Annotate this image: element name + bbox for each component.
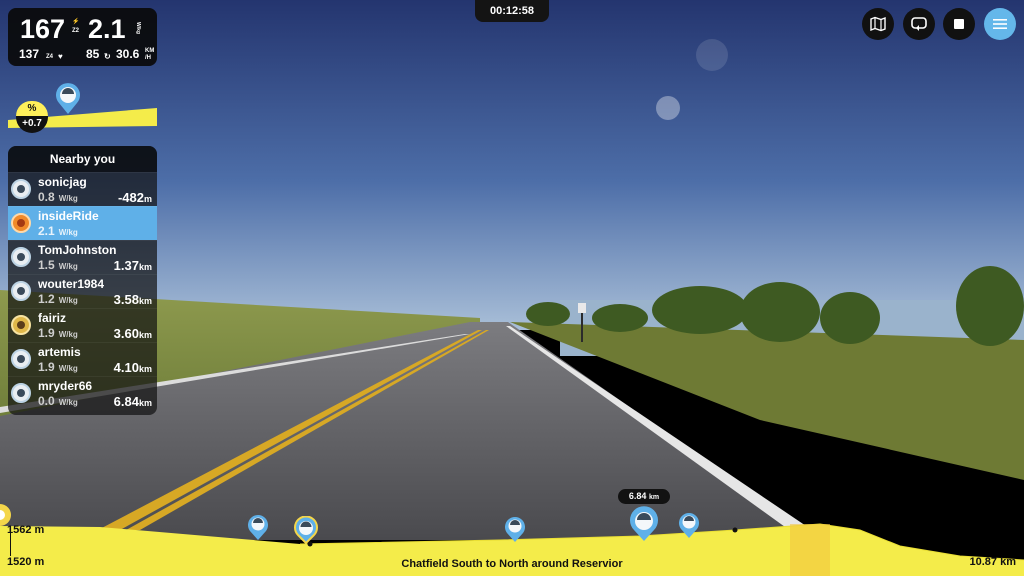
rider-name: sonicjag bbox=[38, 175, 87, 189]
rider-distance-unit: km bbox=[138, 364, 152, 374]
elevation-max: 1562 m bbox=[7, 524, 45, 536]
rider-name: wouter1984 bbox=[38, 277, 105, 291]
rider-row[interactable]: mryder66 0.0 W/kg 6.84km bbox=[8, 376, 157, 410]
grade-value: +0.7 bbox=[22, 118, 42, 129]
rider-wkg: 0.8 bbox=[38, 190, 55, 204]
loop-button[interactable] bbox=[903, 8, 935, 40]
rider-name: fairiz bbox=[38, 311, 67, 325]
nearby-panel: Nearby you sonicjag 0.8 W/kg -482m inside… bbox=[8, 146, 157, 415]
rider-row[interactable]: TomJohnston 1.5 W/kg 1.37km bbox=[8, 240, 157, 274]
rider-wkg: 1.9 bbox=[38, 326, 55, 340]
rider-distance: 6.84 bbox=[113, 394, 139, 409]
speed-unit-bottom: /H bbox=[145, 55, 151, 61]
distance-marker-value: 6.84 bbox=[628, 491, 647, 501]
nearby-title: Nearby you bbox=[8, 146, 157, 172]
avatar bbox=[11, 281, 31, 301]
metrics-panel: 167 ⚡ Z2 2.1 W/kg 137 Z4 ♥ 85 ↻ 30.6 KM … bbox=[8, 8, 157, 66]
rider-row[interactable]: artemis 1.9 W/kg 4.10km bbox=[8, 342, 157, 376]
rider-name: mryder66 bbox=[38, 379, 93, 393]
rider-row[interactable]: sonicjag 0.8 W/kg -482m bbox=[8, 172, 157, 206]
rider-distance-unit: km bbox=[138, 262, 152, 272]
rider-wkg: 1.5 bbox=[38, 258, 55, 272]
rider-pin[interactable] bbox=[677, 511, 701, 544]
rider-wkg-unit: W/kg bbox=[58, 364, 78, 373]
rider-row[interactable]: wouter1984 1.2 W/kg 3.58km bbox=[8, 274, 157, 308]
speed-value: 30.6 bbox=[116, 47, 140, 61]
rider-distance: 3.60 bbox=[113, 326, 139, 341]
rider-wkg: 0.0 bbox=[38, 394, 55, 408]
rider-wkg-unit: W/kg bbox=[58, 194, 78, 203]
my-rider-pin[interactable] bbox=[54, 81, 82, 120]
rider-wkg-unit: W/kg bbox=[58, 296, 78, 305]
wkg-value: 2.1 bbox=[88, 14, 126, 44]
rider-row[interactable]: fairiz 1.9 W/kg 3.60km bbox=[8, 308, 157, 342]
rider-wkg: 1.9 bbox=[38, 360, 55, 374]
distance-marker-unit: km bbox=[648, 494, 660, 501]
rider-row-selected[interactable]: insideRide 2.1 W/kg bbox=[8, 206, 157, 240]
rider-distance-unit: km bbox=[138, 296, 152, 306]
bolt-icon: ⚡ bbox=[72, 19, 80, 25]
avatar bbox=[11, 383, 31, 403]
rider-pin[interactable] bbox=[293, 515, 319, 549]
menu-icon bbox=[993, 19, 1007, 29]
power-zone: Z2 bbox=[72, 28, 80, 34]
grade-badge: % +0.7 bbox=[16, 101, 48, 133]
rider-wkg-unit: W/kg bbox=[58, 398, 78, 407]
rider-wkg-unit: W/kg bbox=[58, 228, 78, 237]
stop-icon bbox=[954, 19, 964, 29]
loop-icon bbox=[911, 17, 927, 31]
rider-distance: 4.10 bbox=[113, 360, 139, 375]
hr-zone: Z4 bbox=[46, 54, 54, 60]
power-value: 167 bbox=[20, 14, 66, 44]
rider-distance: -482 bbox=[117, 190, 144, 205]
rider-pin[interactable] bbox=[628, 506, 660, 547]
distance-marker-tag: 6.84 km bbox=[618, 489, 670, 504]
avatar bbox=[11, 179, 31, 199]
rider-wkg: 2.1 bbox=[38, 224, 55, 238]
stop-button[interactable] bbox=[943, 8, 975, 40]
ride-timer: 00:12:58 bbox=[475, 0, 549, 22]
rider-wkg-unit: W/kg bbox=[58, 330, 78, 339]
speed-unit-top: KM bbox=[145, 48, 155, 54]
wkg-unit: W/kg bbox=[135, 22, 141, 34]
rider-distance: 3.58 bbox=[113, 292, 139, 307]
heart-icon: ♥ bbox=[58, 52, 63, 61]
map-button[interactable] bbox=[862, 8, 894, 40]
rider-name: insideRide bbox=[38, 209, 99, 223]
map-icon bbox=[870, 16, 886, 32]
rider-name: TomJohnston bbox=[38, 243, 117, 257]
rider-wkg-unit: W/kg bbox=[58, 262, 78, 271]
rider-wkg: 1.2 bbox=[38, 292, 55, 306]
heart-rate-value: 137 bbox=[19, 47, 40, 61]
cadence-icon: ↻ bbox=[104, 52, 111, 61]
rider-name: artemis bbox=[38, 345, 81, 359]
rider-pin[interactable] bbox=[246, 513, 270, 546]
course-name: Chatfield South to North around Reservio… bbox=[401, 558, 623, 570]
rider-distance-unit: km bbox=[138, 398, 152, 408]
rider-distance: 1.37 bbox=[113, 258, 139, 273]
avatar bbox=[11, 213, 31, 233]
rider-distance-unit: km bbox=[138, 330, 152, 340]
menu-button[interactable] bbox=[984, 8, 1016, 40]
avatar bbox=[11, 315, 31, 335]
cadence-value: 85 bbox=[86, 47, 100, 61]
rider-distance-unit: m bbox=[143, 194, 152, 204]
avatar bbox=[11, 349, 31, 369]
rider-pin[interactable] bbox=[503, 515, 527, 548]
avatar bbox=[11, 247, 31, 267]
total-distance: 10.87 km bbox=[969, 556, 1016, 568]
